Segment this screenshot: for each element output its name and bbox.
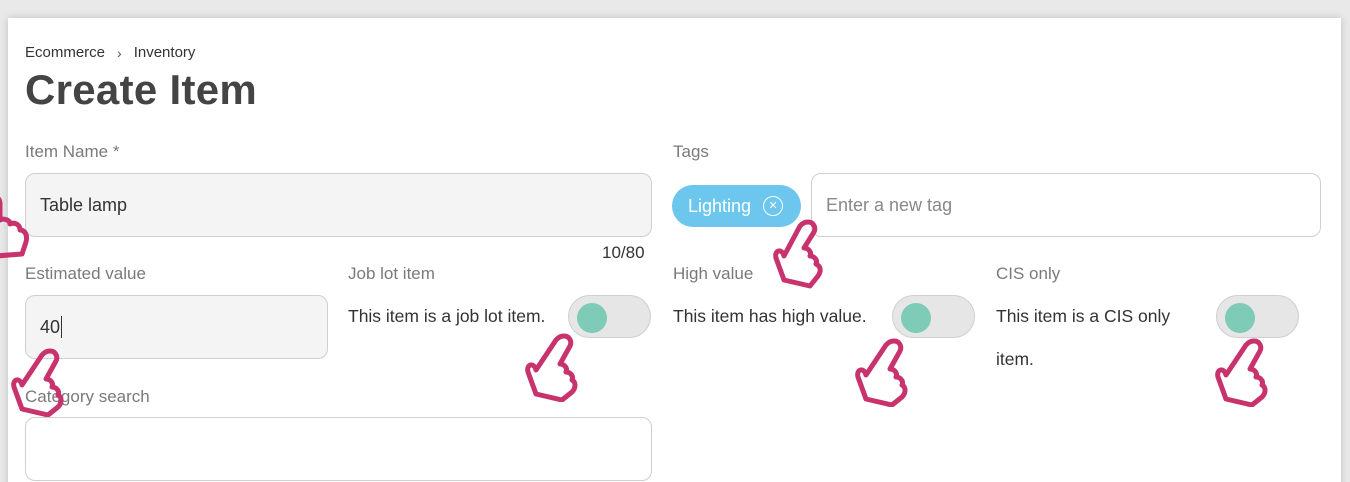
toggle-knob xyxy=(577,303,607,333)
breadcrumb: Ecommerce › Inventory xyxy=(25,44,195,61)
new-tag-input[interactable]: Enter a new tag xyxy=(811,173,1321,237)
cis-only-label: CIS only xyxy=(996,264,1061,283)
hand-pointer-icon xyxy=(11,348,64,417)
high-value-description: This item has high value. xyxy=(673,306,867,326)
hand-pointer-icon xyxy=(855,338,908,407)
create-item-card: Ecommerce › Inventory Create Item Item N… xyxy=(8,18,1341,482)
toggle-knob xyxy=(1225,303,1255,333)
page-title: Create Item xyxy=(25,66,258,113)
text-caret xyxy=(61,316,63,338)
tag-chip-label: Lighting xyxy=(688,195,752,216)
job-lot-label: Job lot item xyxy=(348,264,435,283)
estimated-value-label: Estimated value xyxy=(25,264,146,283)
item-name-value: Table lamp xyxy=(40,194,128,215)
estimated-value-value: 40 xyxy=(40,316,61,337)
hand-pointer-icon xyxy=(525,333,578,402)
job-lot-description: This item is a job lot item. xyxy=(348,306,546,326)
hand-pointer-icon xyxy=(773,219,823,289)
toggle-knob xyxy=(901,303,931,333)
category-search-input[interactable] xyxy=(25,417,652,481)
breadcrumb-inventory[interactable]: Inventory xyxy=(134,44,196,61)
item-name-label: Item Name * xyxy=(25,142,120,161)
hand-pointer-icon xyxy=(0,197,29,259)
new-tag-placeholder: Enter a new tag xyxy=(826,194,953,215)
hand-pointer-icon xyxy=(1215,338,1268,407)
close-circle-icon[interactable]: ✕ xyxy=(763,196,784,216)
item-name-input[interactable]: Table lamp xyxy=(25,173,652,237)
cis-only-description: This item is a CIS only item. xyxy=(996,306,1171,369)
breadcrumb-ecommerce[interactable]: Ecommerce xyxy=(25,44,105,61)
high-value-toggle[interactable] xyxy=(892,295,975,338)
chevron-right-icon: › xyxy=(117,44,122,61)
estimated-value-input[interactable]: 40 xyxy=(25,295,328,359)
cis-only-toggle[interactable] xyxy=(1216,295,1299,338)
tags-label: Tags xyxy=(673,142,709,161)
high-value-label: High value xyxy=(673,264,754,283)
item-name-counter: 10/80 xyxy=(602,243,645,262)
